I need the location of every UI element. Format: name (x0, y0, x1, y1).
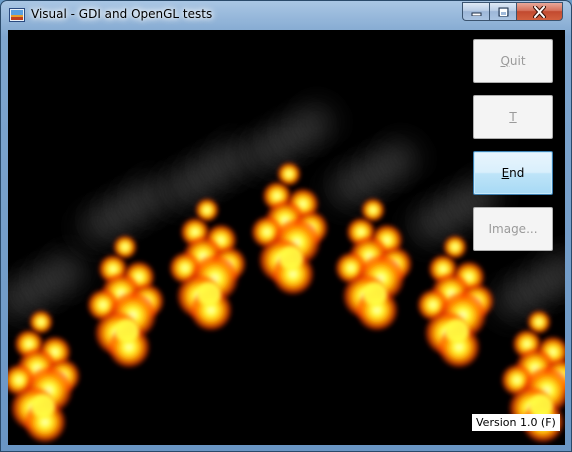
image-label: Image... (488, 222, 538, 236)
t-button[interactable]: T (473, 95, 553, 139)
app-window: Visual - GDI and OpenGL tests Quit T End… (0, 0, 572, 452)
flame-core (197, 282, 221, 306)
minimize-button[interactable] (462, 2, 489, 21)
smoke-puff (367, 124, 435, 192)
render-canvas[interactable]: Quit T End Image... Version 1.0 (F) (8, 30, 565, 445)
maximize-icon (498, 7, 508, 16)
quit-mnemonic: Q (500, 54, 510, 68)
close-icon (533, 5, 546, 18)
flame-core (115, 319, 139, 343)
maximize-button[interactable] (489, 2, 516, 21)
quit-label: uit (509, 54, 526, 68)
title-bar[interactable]: Visual - GDI and OpenGL tests (1, 1, 571, 29)
version-label: Version 1.0 (F) (472, 414, 560, 431)
window-title: Visual - GDI and OpenGL tests (31, 7, 213, 21)
quit-button[interactable]: Quit (473, 39, 553, 83)
flame-core (31, 394, 55, 418)
minimize-icon (471, 12, 481, 16)
close-button[interactable] (516, 2, 563, 21)
smoke-puff (283, 88, 351, 156)
flame-core (445, 319, 469, 343)
end-button[interactable]: End (473, 151, 553, 195)
flame-core (279, 246, 303, 270)
end-label: nd (509, 166, 525, 180)
app-icon (9, 8, 25, 22)
t-mnemonic: T (509, 110, 517, 124)
flame-core (363, 282, 387, 306)
image-button[interactable]: Image... (473, 207, 553, 251)
caption-buttons (462, 2, 563, 22)
